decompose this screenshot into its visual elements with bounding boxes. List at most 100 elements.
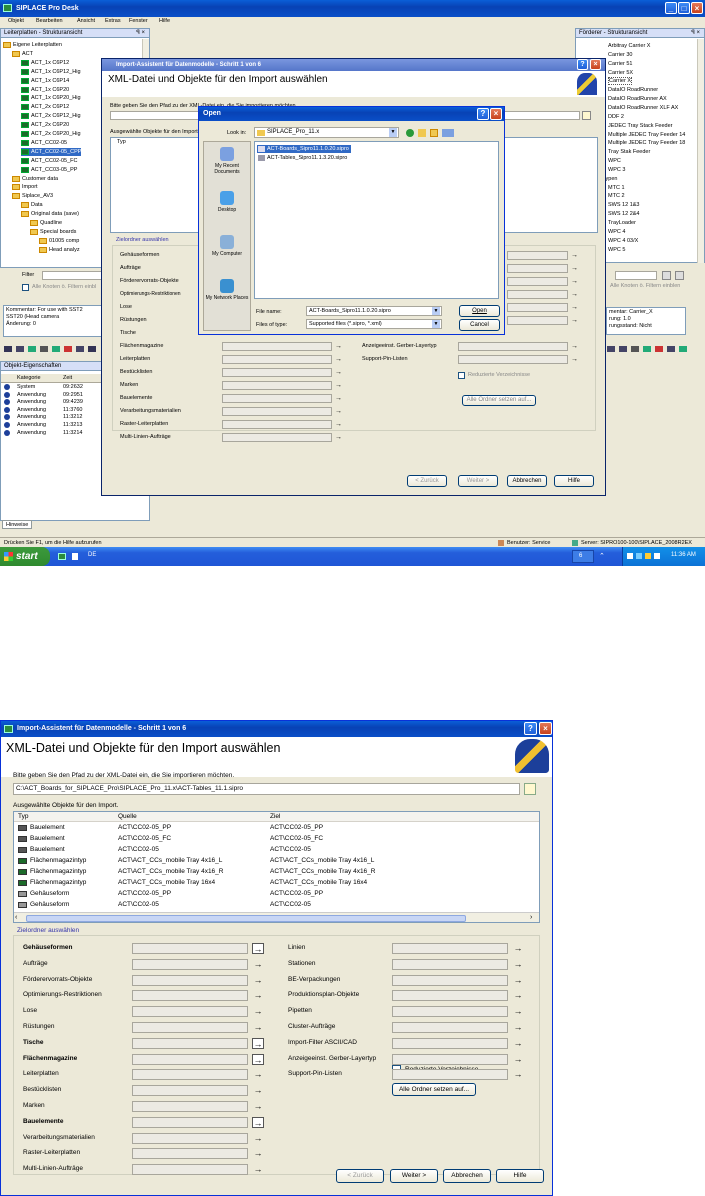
- tree-item[interactable]: ACT_2x C6P20: [21, 121, 69, 129]
- feeder-item[interactable]: WPC 3: [608, 166, 625, 174]
- scroll-right-icon[interactable]: ›: [530, 914, 532, 921]
- folder-field[interactable]: [132, 1116, 248, 1128]
- tree-item[interactable]: Head analyz: [39, 246, 80, 254]
- arrow-right-icon[interactable]: →: [570, 265, 579, 273]
- arrow-right-icon[interactable]: →: [512, 1069, 524, 1080]
- tree-item[interactable]: ACT_2x C6P12_Hig: [21, 112, 81, 120]
- new-folder-icon[interactable]: [430, 129, 438, 137]
- arrow-right-icon[interactable]: →: [334, 421, 343, 429]
- taskbar-lang[interactable]: DE: [88, 552, 96, 558]
- folder-field[interactable]: [507, 264, 568, 273]
- log-col-zeit[interactable]: Zeit: [63, 375, 72, 382]
- folder-field[interactable]: [132, 1022, 248, 1033]
- arrow-right-icon[interactable]: →: [252, 1022, 264, 1033]
- tray-icon[interactable]: [645, 553, 651, 559]
- cancel-button[interactable]: Abbrechen: [443, 1169, 491, 1183]
- folder-field[interactable]: [222, 433, 332, 442]
- toolbar-icon[interactable]: [16, 346, 24, 352]
- menu-objekt[interactable]: Objekt: [8, 17, 24, 26]
- file-name-input[interactable]: ACT-Boards_Sipro11.1.0.20.sipro ▼: [306, 306, 442, 316]
- tree-item[interactable]: ACT_CC02-05: [21, 139, 67, 147]
- folder-field[interactable]: [392, 990, 508, 1002]
- arrow-right-icon[interactable]: →: [252, 1133, 264, 1144]
- arrow-right-icon[interactable]: →: [334, 434, 343, 442]
- arrow-right-icon[interactable]: →: [570, 356, 579, 364]
- arrow-right-icon[interactable]: →: [570, 304, 579, 312]
- feeder-item[interactable]: TrayLoader: [608, 219, 636, 227]
- browse-icon[interactable]: [582, 111, 591, 120]
- tree-item[interactable]: Eigene Leiterplatten: [3, 41, 62, 49]
- arrow-right-icon[interactable]: →: [512, 1038, 524, 1049]
- folder-field[interactable]: [222, 355, 332, 364]
- tree-item[interactable]: ACT_CC02-05_CPP: [21, 147, 82, 156]
- table-row[interactable]: Gehäuseform ACT\CC02-05_PP ACT\CC02-05_PP: [14, 889, 539, 899]
- table-row[interactable]: Gehäuseform ACT\CC02-05 ACT\CC02-05: [14, 900, 539, 910]
- menu-extras[interactable]: Extras: [105, 17, 121, 26]
- col-typ[interactable]: Typ: [18, 812, 28, 822]
- filter-icon[interactable]: [662, 271, 671, 280]
- toolbar-icon[interactable]: [88, 346, 96, 352]
- toolbar-icon[interactable]: [64, 346, 72, 352]
- path-input[interactable]: C:\ACT_Boards_for_SIPLACE_Pro\SIPLACE_Pr…: [13, 783, 520, 795]
- folder-field[interactable]: [132, 1101, 248, 1112]
- toolbar-icon[interactable]: [52, 346, 60, 352]
- tree-item[interactable]: ACT_1x C6P12: [21, 59, 69, 67]
- arrow-right-icon[interactable]: →: [512, 943, 524, 954]
- folder-field[interactable]: [132, 1148, 248, 1160]
- cancel-button[interactable]: Abbrechen: [507, 475, 547, 487]
- tree-item[interactable]: 01005 comp: [39, 237, 79, 245]
- tree-item[interactable]: ACT_1x C6P12_Hig: [21, 68, 81, 76]
- tray-icon[interactable]: [654, 553, 660, 559]
- folder-field[interactable]: [392, 1006, 508, 1018]
- table-row[interactable]: Bauelement ACT\CC02-05_PP ACT\CC02-05_PP: [14, 823, 539, 833]
- chevron-down-icon[interactable]: ▼: [432, 307, 440, 315]
- menu-ansicht[interactable]: Ansicht: [77, 17, 95, 26]
- folder-field[interactable]: [222, 342, 332, 351]
- tree-item[interactable]: ACT_1x C6P20_Hig: [21, 94, 81, 102]
- feeder-item[interactable]: DataIO RoadRunner AX: [608, 95, 667, 103]
- tree-item[interactable]: ACT_CC02-05_FC: [21, 157, 77, 165]
- chevron-up-icon[interactable]: ⌃: [599, 552, 605, 560]
- arrow-right-icon[interactable]: →: [252, 1164, 264, 1175]
- feeder-item[interactable]: Carrier 5X: [608, 69, 633, 77]
- arrow-right-icon[interactable]: →: [334, 356, 343, 364]
- arrow-right-icon[interactable]: →: [570, 343, 579, 351]
- filter-show-all-checkbox[interactable]: [22, 284, 29, 291]
- minimize-button[interactable]: _: [665, 2, 677, 14]
- open-button[interactable]: Open: [459, 305, 500, 317]
- arrow-right-icon[interactable]: →: [252, 975, 264, 986]
- tree-item[interactable]: ACT_1x C6P20: [21, 86, 69, 94]
- folder-field[interactable]: [222, 394, 332, 403]
- feeder-item[interactable]: Carrier X: [608, 77, 633, 86]
- feeder-item[interactable]: WPC 4: [608, 228, 625, 236]
- help-button[interactable]: ?: [577, 59, 588, 70]
- arrow-right-icon[interactable]: →: [512, 959, 524, 970]
- arrow-right-icon[interactable]: →: [570, 252, 579, 260]
- arrow-right-icon[interactable]: →: [570, 278, 579, 286]
- file-type-select[interactable]: Supported files (*.sipro, *.xml) ▼: [306, 319, 442, 329]
- folder-field[interactable]: [392, 958, 508, 970]
- tree-item[interactable]: Siplace_AV3: [12, 192, 53, 200]
- toolbar-icon[interactable]: [643, 346, 651, 352]
- cancel-button[interactable]: Cancel: [459, 319, 500, 331]
- pin-icon[interactable]: ꟼ ×: [691, 30, 700, 37]
- folder-field[interactable]: [392, 1022, 508, 1033]
- feeder-item[interactable]: SWS 12 2&4: [608, 210, 640, 218]
- scroll-left-icon[interactable]: ‹: [15, 914, 17, 921]
- taskbar-window[interactable]: 6: [572, 550, 594, 563]
- folder-field[interactable]: [222, 407, 332, 416]
- start-button[interactable]: start: [0, 547, 50, 566]
- tree-item[interactable]: Original data (save): [21, 210, 79, 218]
- place-item[interactable]: My Network Places: [204, 279, 250, 319]
- feeder-item[interactable]: WPC: [608, 157, 621, 165]
- tree-item[interactable]: ACT_1x C6P14: [21, 77, 69, 85]
- help-button[interactable]: ?: [524, 722, 537, 735]
- arrow-right-icon[interactable]: →: [512, 1022, 524, 1033]
- folder-field[interactable]: [392, 1037, 508, 1049]
- table-row[interactable]: Bauelement ACT\CC02-05 ACT\CC02-05: [14, 845, 539, 855]
- right-filter-input[interactable]: [615, 271, 657, 280]
- help-button[interactable]: Hilfe: [554, 475, 594, 487]
- menu-hilfe[interactable]: Hilfe: [159, 17, 170, 26]
- table-row[interactable]: Flächenmagazintyp ACT\ACT_CCs_mobile Tray…: [14, 878, 539, 888]
- feeder-item[interactable]: DataIO RoadRunner: [608, 86, 658, 94]
